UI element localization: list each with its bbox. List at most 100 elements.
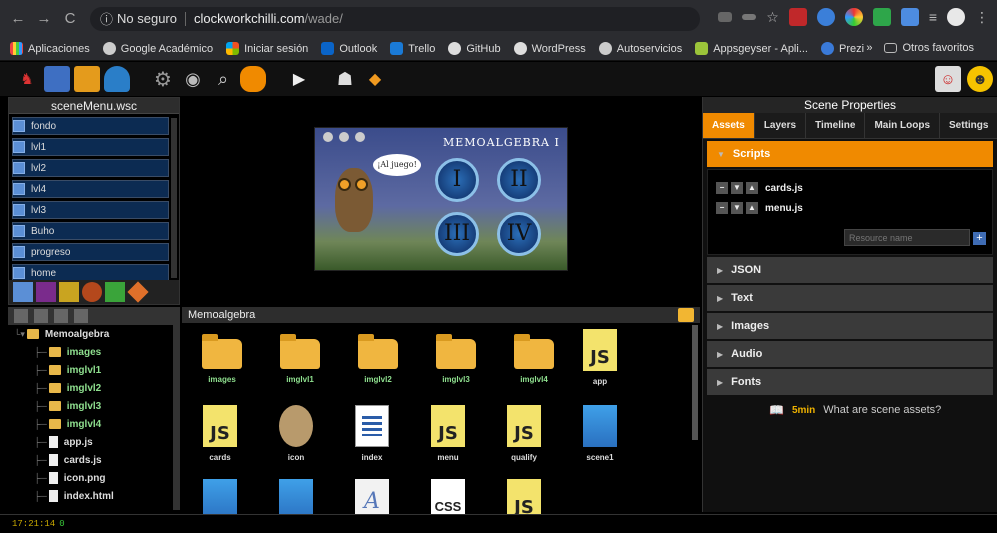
section-scripts[interactable]: ▼ Scripts	[707, 141, 993, 167]
address-bar[interactable]: ⓘ No seguro clockworkchilli.com/wade/	[90, 6, 700, 31]
folder-tile[interactable]: imglvl2	[348, 334, 408, 384]
move-up-icon[interactable]: ▲	[746, 202, 758, 214]
scrollbar[interactable]	[173, 325, 180, 510]
folder-tile[interactable]: imglvl1	[270, 334, 330, 384]
folder-tile[interactable]: images	[192, 334, 252, 384]
scene-object-item[interactable]: lvl2	[12, 159, 169, 177]
level-2-button[interactable]: II	[497, 158, 541, 202]
section-fonts[interactable]: ▶ Fonts	[707, 369, 993, 395]
tab-main-loops[interactable]: Main Loops	[865, 113, 941, 138]
tree-folder[interactable]: ├─ imglvl4	[8, 415, 180, 433]
info-icon[interactable]: ⓘ	[100, 9, 113, 28]
file-tile[interactable]	[266, 479, 326, 514]
file-tile[interactable]: index	[342, 405, 402, 462]
tree-file[interactable]: ├─ cards.js	[8, 451, 180, 469]
move-up-icon[interactable]: ▲	[746, 182, 758, 194]
section-audio[interactable]: ▶ Audio	[707, 341, 993, 367]
tree-root[interactable]: └▾ Memoalgebra	[8, 325, 180, 343]
eye-icon[interactable]: ◉	[180, 66, 206, 92]
file-tile[interactable]: scene1	[570, 405, 630, 462]
edit-icon[interactable]	[54, 309, 68, 323]
remove-icon[interactable]: −	[716, 202, 728, 214]
forward-icon[interactable]: →	[34, 9, 54, 29]
file-tile[interactable]: JS menu	[418, 405, 478, 462]
other-bookmarks[interactable]: Otros favoritos	[884, 42, 974, 54]
scrollbar[interactable]	[171, 118, 177, 278]
new-folder-icon[interactable]	[34, 309, 48, 323]
game-preview[interactable]: MEMOALGEBRA I ¡Al juego! I II III IV	[314, 127, 568, 271]
tab-layers[interactable]: Layers	[755, 113, 807, 138]
search-icon[interactable]: ⌕	[210, 66, 236, 92]
add-face-icon[interactable]	[82, 282, 102, 302]
file-tile[interactable]: icon	[266, 405, 326, 462]
add-star-icon[interactable]	[59, 282, 79, 302]
file-tile[interactable]: JS qualify	[494, 405, 554, 462]
person-icon[interactable]: ☗	[332, 66, 358, 92]
bookmark-wordpress[interactable]: WordPress	[513, 42, 586, 55]
tree-folder[interactable]: ├─ imglvl3	[8, 397, 180, 415]
add-resource-button[interactable]: +	[973, 232, 986, 245]
extension-shield-icon[interactable]	[900, 8, 919, 26]
gear-icon[interactable]: ⚙	[150, 66, 176, 92]
mascot-icon[interactable]: ☺	[935, 66, 961, 92]
bookmark-login[interactable]: Iniciar sesión	[226, 42, 308, 55]
tab-timeline[interactable]: Timeline	[806, 113, 866, 138]
add-grid-icon[interactable]	[105, 282, 125, 302]
scrollbar[interactable]	[692, 325, 698, 440]
bookmark-apps[interactable]: Aplicaciones	[10, 42, 90, 55]
bookmark-scholar[interactable]: Google Académico	[102, 42, 213, 55]
new-file-icon[interactable]	[14, 309, 28, 323]
bookmark-github[interactable]: GitHub	[448, 42, 501, 55]
tree-folder[interactable]: ├─ imglvl1	[8, 361, 180, 379]
file-tile[interactable]: JS	[494, 479, 554, 514]
game-button-icon[interactable]	[339, 132, 349, 142]
play-icon[interactable]: ▶	[286, 66, 312, 92]
folder-tile[interactable]: imglvl4	[504, 334, 564, 384]
scene-object-item[interactable]: Buho	[12, 222, 169, 240]
back-icon[interactable]: ←	[8, 9, 28, 29]
add-object-icon[interactable]	[13, 282, 33, 302]
bookmark-trello[interactable]: Trello	[390, 42, 435, 55]
folder-tile[interactable]: imglvl3	[426, 334, 486, 384]
game-button-icon[interactable]	[355, 132, 365, 142]
database-icon[interactable]	[240, 66, 266, 92]
scene-canvas[interactable]: MEMOALGEBRA I ¡Al juego! I II III IV	[182, 97, 700, 305]
section-text[interactable]: ▶ Text	[707, 285, 993, 311]
add-sprite-icon[interactable]	[36, 282, 56, 302]
level-1-button[interactable]: I	[435, 158, 479, 202]
file-tile[interactable]: A	[342, 479, 402, 514]
bookmark-autoservicios[interactable]: Autoservicios	[598, 42, 682, 55]
move-down-icon[interactable]: ▼	[731, 182, 743, 194]
move-down-icon[interactable]: ▼	[731, 202, 743, 214]
section-json[interactable]: ▶ JSON	[707, 257, 993, 283]
tree-folder[interactable]: ├─ imglvl2	[8, 379, 180, 397]
scene-object-item[interactable]: lvl3	[12, 201, 169, 219]
tree-file[interactable]: ├─ index.html	[8, 487, 180, 505]
bookmark-appsgeyser[interactable]: Appsgeyser - Apli...	[695, 42, 808, 55]
bookmarks-overflow[interactable]: »	[866, 42, 872, 54]
file-tile[interactable]: JS cards	[190, 405, 250, 462]
reload-icon[interactable]: C	[60, 9, 80, 29]
section-images[interactable]: ▶ Images	[707, 313, 993, 339]
level-4-button[interactable]: IV	[497, 212, 541, 256]
cast-icon[interactable]	[718, 12, 733, 22]
folder-options-icon[interactable]	[678, 308, 694, 322]
colorpicker-icon[interactable]	[844, 8, 863, 26]
delete-icon[interactable]	[74, 309, 88, 323]
scene-object-item[interactable]: progreso	[12, 243, 169, 261]
help-link[interactable]: 📖 5min What are scene assets?	[769, 403, 941, 417]
file-tile[interactable]	[190, 479, 250, 514]
save-icon[interactable]	[44, 66, 70, 92]
cloud-icon[interactable]	[104, 66, 130, 92]
download-icon[interactable]	[74, 66, 100, 92]
add-diamond-icon[interactable]	[127, 281, 149, 303]
scene-object-item[interactable]: lvl1	[12, 138, 169, 156]
diamonds-icon[interactable]: ◆	[362, 66, 388, 92]
level-3-button[interactable]: III	[435, 212, 479, 256]
avatar[interactable]	[947, 8, 965, 26]
tree-file[interactable]: ├─ icon.png	[8, 469, 180, 487]
reading-list-icon[interactable]: ≡	[929, 9, 937, 25]
tree-folder[interactable]: ├─ images	[8, 343, 180, 361]
star-icon[interactable]: ☆	[766, 9, 779, 26]
tree-file[interactable]: ├─ app.js	[8, 433, 180, 451]
